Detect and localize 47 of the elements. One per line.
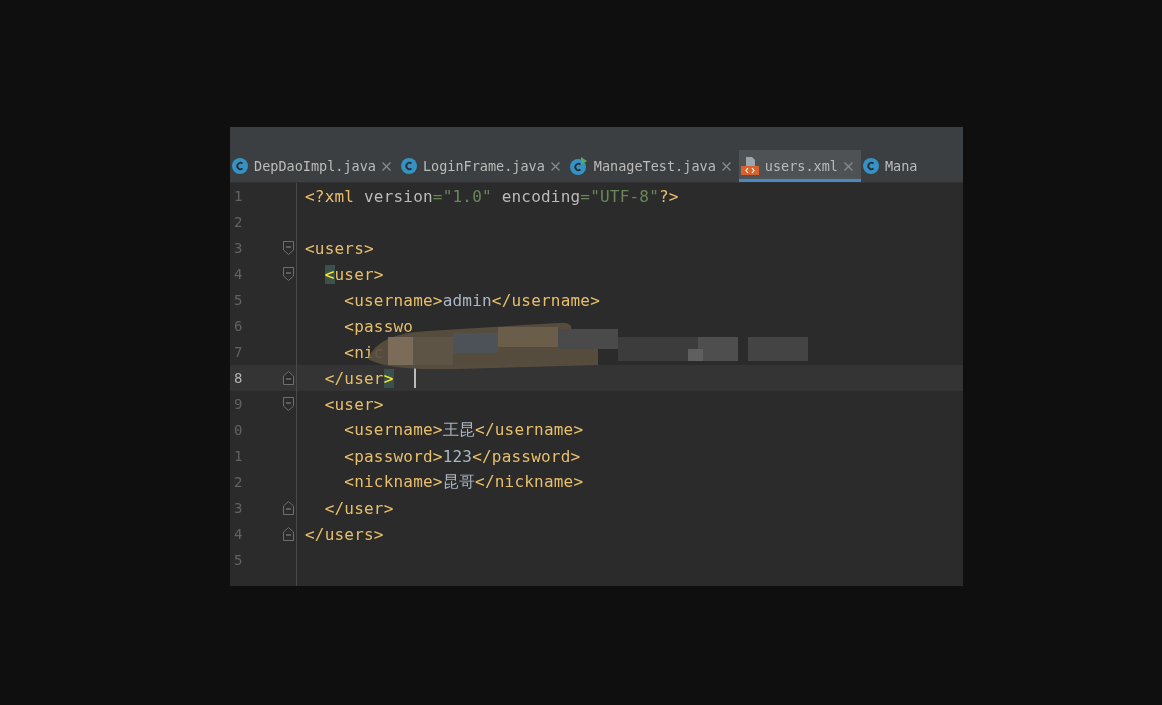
fold-marker-icon[interactable] bbox=[282, 397, 294, 411]
close-icon[interactable] bbox=[843, 161, 853, 171]
line-number: 3 bbox=[233, 240, 244, 256]
line-number: 4 bbox=[233, 266, 244, 282]
code-line: <?xml version="1.0" encoding="UTF-8"?> bbox=[305, 186, 679, 206]
fold-marker-icon[interactable] bbox=[282, 371, 294, 385]
class-icon bbox=[400, 158, 417, 174]
close-icon[interactable] bbox=[721, 161, 731, 171]
code-line: <username>admin</username> bbox=[343, 290, 600, 310]
fold-marker-icon[interactable] bbox=[282, 241, 294, 255]
code-line: <password>123</password> bbox=[343, 446, 581, 466]
line-number: 0 bbox=[233, 422, 244, 438]
code-line: <passwo bbox=[343, 316, 414, 336]
line-number: 6 bbox=[233, 318, 244, 334]
test-class-icon bbox=[569, 157, 588, 175]
class-icon bbox=[862, 158, 879, 174]
line-number: 4 bbox=[233, 526, 244, 542]
close-icon[interactable] bbox=[381, 161, 391, 171]
editor-tab[interactable]: DepDaoImpl.java bbox=[230, 150, 399, 182]
fold-marker-icon[interactable] bbox=[282, 527, 294, 541]
close-icon[interactable] bbox=[550, 161, 560, 171]
line-number: 3 bbox=[233, 500, 244, 516]
code-line: <user> bbox=[323, 394, 384, 414]
code-line: <user> bbox=[323, 264, 384, 284]
text-cursor bbox=[413, 368, 416, 388]
code-line: </user> bbox=[323, 498, 394, 518]
fold-marker-icon[interactable] bbox=[282, 267, 294, 281]
editor-tab[interactable]: users.xml bbox=[738, 150, 861, 182]
line-number: 2 bbox=[233, 474, 244, 490]
xml-file-icon bbox=[740, 157, 759, 175]
line-number: 5 bbox=[233, 552, 244, 568]
editor-tab[interactable]: Mana bbox=[860, 150, 926, 182]
line-number: 8 bbox=[233, 370, 244, 386]
line-number: 9 bbox=[233, 396, 244, 412]
line-number: 1 bbox=[233, 448, 244, 464]
fold-marker-icon[interactable] bbox=[282, 501, 294, 515]
code-line: </users> bbox=[305, 524, 384, 544]
code-line: </user> bbox=[323, 368, 394, 388]
editor-tab[interactable]: ManageTest.java bbox=[567, 150, 739, 182]
code-line: <username>王昆</username> bbox=[343, 419, 584, 441]
line-number: 2 bbox=[233, 214, 244, 230]
line-number: 7 bbox=[233, 344, 244, 360]
code-line: <nickname>昆哥</nickname> bbox=[343, 471, 584, 493]
line-number: 1 bbox=[233, 188, 244, 204]
line-number: 5 bbox=[233, 292, 244, 308]
editor-tab[interactable]: LoginFrame.java bbox=[398, 150, 568, 182]
code-line: <users> bbox=[305, 238, 374, 258]
